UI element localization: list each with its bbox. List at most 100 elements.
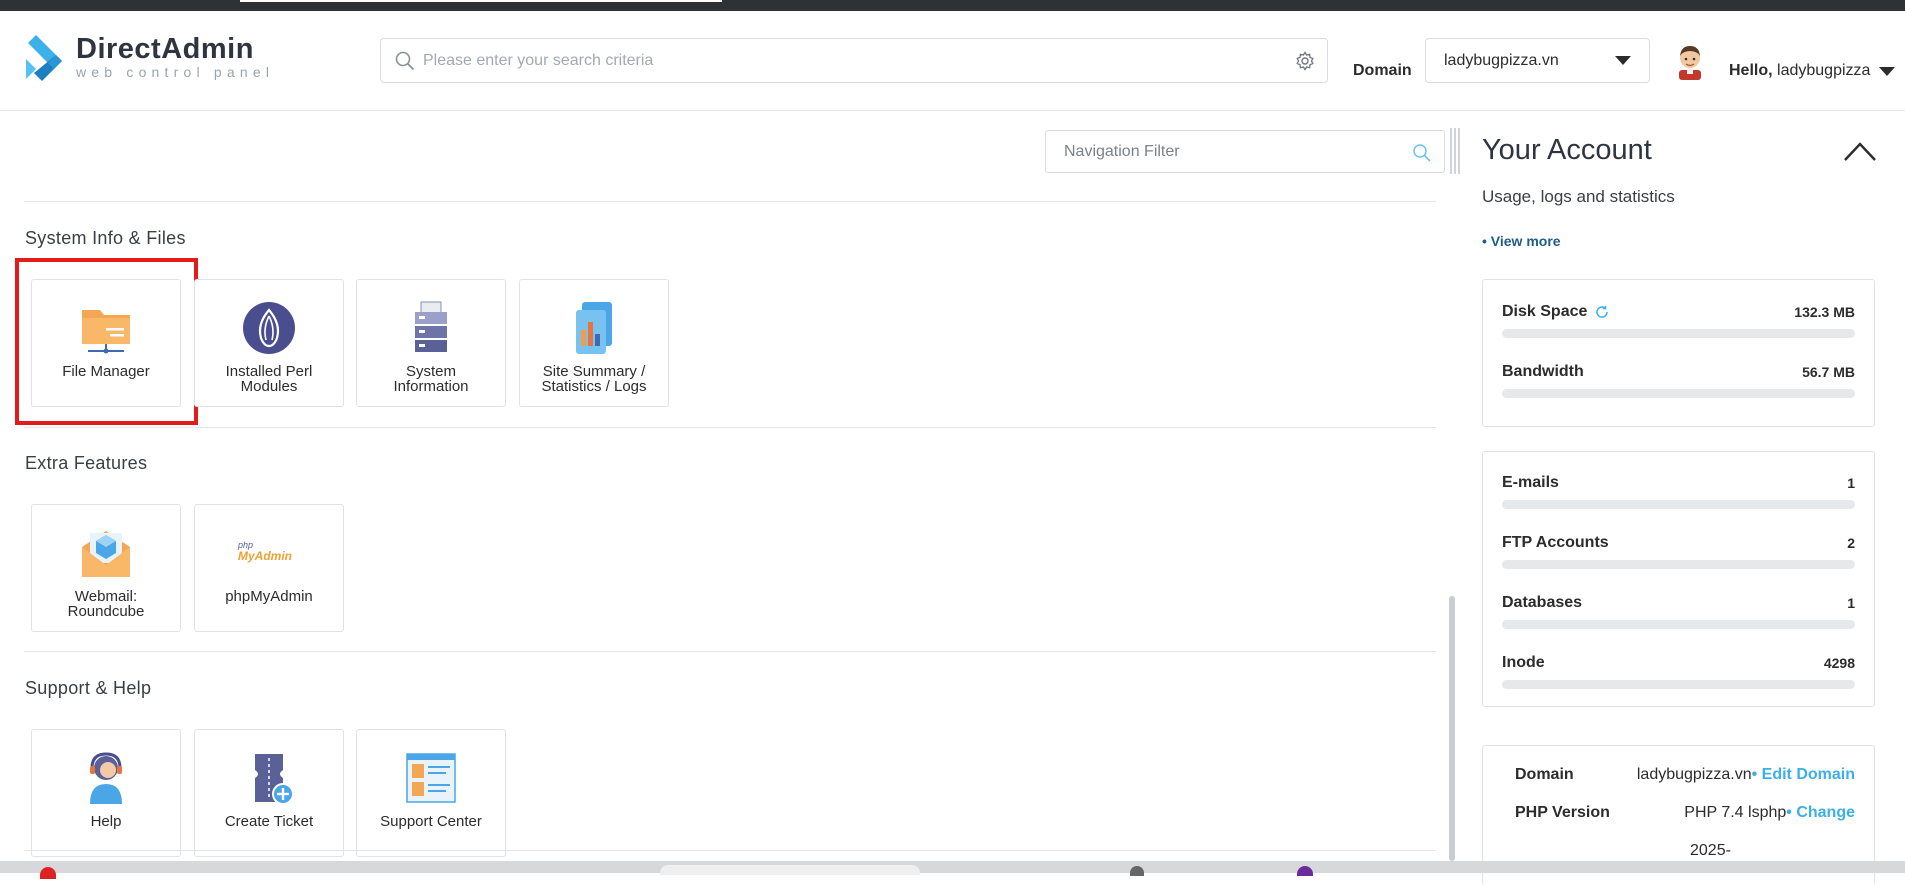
stat-value: 2	[1847, 535, 1855, 551]
refresh-icon[interactable]	[1595, 305, 1609, 319]
webmail-icon	[82, 531, 130, 577]
stat-label: Disk Space	[1502, 303, 1609, 321]
user-menu-chevron-icon[interactable]	[1879, 67, 1895, 76]
search-icon	[1413, 144, 1431, 162]
taskbar-strip	[0, 861, 1905, 879]
stat-value: 1	[1847, 475, 1855, 491]
section-title-system-info: System Info & Files	[25, 228, 186, 248]
tile-help[interactable]: Help	[31, 729, 181, 857]
support-center-icon	[406, 753, 456, 803]
chevron-up-icon[interactable]	[1843, 138, 1877, 164]
stat-label: Inode	[1502, 654, 1545, 671]
divider	[24, 427, 1436, 428]
tile-label: System Information	[393, 363, 469, 395]
tile-system-information[interactable]: System Information	[356, 279, 506, 407]
emails-stat: E-mails 1	[1502, 474, 1855, 514]
inode-stat: Inode 4298	[1502, 654, 1855, 694]
highlight-box	[15, 258, 198, 425]
domain-select[interactable]: ladybugpizza.vn	[1425, 38, 1650, 83]
browser-top-strip	[0, 0, 1905, 11]
disk-space-label: Disk Space	[1502, 303, 1588, 320]
progress-bar	[1502, 620, 1855, 629]
directadmin-logo-icon	[26, 35, 62, 81]
divider	[24, 651, 1436, 652]
panel-resize-handle[interactable]	[1450, 128, 1460, 174]
tile-phpmyadmin[interactable]: php MyAdmin phpMyAdmin	[194, 504, 344, 632]
phpmyadmin-logo: php MyAdmin	[234, 541, 304, 565]
stat-label: E-mails	[1502, 474, 1559, 491]
taskbar-icon[interactable]	[1130, 866, 1144, 876]
stat-value: 4298	[1823, 655, 1855, 671]
progress-bar	[1502, 680, 1855, 689]
browser-tab-indicator	[240, 0, 722, 2]
tile-label: Installed Perl Modules	[225, 363, 313, 395]
help-agent-icon	[90, 752, 122, 804]
main-scrollbar[interactable]	[1449, 596, 1455, 861]
logo-subtitle: web control panel	[76, 64, 275, 80]
server-icon	[415, 301, 447, 352]
divider	[24, 201, 1436, 202]
divider	[24, 850, 1436, 851]
change-php-link[interactable]: • Change	[1786, 804, 1855, 821]
stat-value: 56.7 MB	[1802, 364, 1855, 380]
global-search[interactable]	[380, 38, 1328, 83]
tile-installed-perl-modules[interactable]: Installed Perl Modules	[194, 279, 344, 407]
tile-label: phpMyAdmin	[225, 588, 313, 605]
section-title-support-help: Support & Help	[25, 678, 152, 698]
php-version-row: PHP Version PHP 7.4 lsphp• Change	[1515, 804, 1855, 826]
stat-label: Bandwidth	[1502, 363, 1584, 380]
domain-label: Domain	[1353, 62, 1412, 79]
search-icon	[395, 51, 415, 70]
domain-select-value: ladybugpizza.vn	[1444, 51, 1559, 69]
taskbar-icon[interactable]	[40, 867, 56, 879]
tile-label: Help	[90, 813, 122, 830]
search-input[interactable]	[423, 51, 1283, 70]
hello-prefix: Hello,	[1729, 62, 1773, 79]
gear-icon[interactable]	[1295, 51, 1315, 71]
counts-card: E-mails 1 FTP Accounts 2 Databases 1 Ino…	[1482, 451, 1875, 707]
avatar[interactable]	[1675, 44, 1705, 80]
tile-label: Site Summary / Statistics / Logs	[541, 363, 647, 395]
bandwidth-stat: Bandwidth 56.7 MB	[1502, 363, 1855, 403]
username: ladybugpizza	[1777, 62, 1871, 79]
tile-support-center[interactable]: Support Center	[356, 729, 506, 857]
info-label: PHP Version	[1515, 804, 1610, 821]
usage-card: Disk Space 132.3 MB Bandwidth 56.7 MB	[1482, 279, 1875, 427]
directadmin-logo[interactable]: DirectAdmin web control panel	[22, 33, 274, 89]
logo-name: DirectAdmin	[76, 33, 254, 65]
perl-onion-icon	[243, 302, 295, 354]
stat-value: 1	[1847, 595, 1855, 611]
domain-row: Domain ladybugpizza.vn• Edit Domain	[1515, 766, 1855, 788]
navigation-filter[interactable]	[1045, 130, 1445, 173]
databases-stat: Databases 1	[1502, 594, 1855, 634]
account-panel-subtitle: Usage, logs and statistics	[1482, 187, 1675, 206]
user-greeting[interactable]: Hello, ladybugpizza	[1729, 62, 1870, 80]
info-label: Domain	[1515, 766, 1574, 783]
stat-label: Databases	[1502, 594, 1583, 611]
tile-site-summary[interactable]: Site Summary / Statistics / Logs	[519, 279, 669, 407]
statistics-icon	[576, 302, 612, 354]
top-header: DirectAdmin web control panel Domain lad…	[0, 11, 1905, 111]
account-panel-title: Your Account	[1482, 134, 1652, 166]
progress-bar	[1502, 389, 1855, 398]
tile-label: Support Center	[380, 813, 482, 830]
disk-space-stat: Disk Space 132.3 MB	[1502, 303, 1855, 343]
tile-label: Webmail: Roundcube	[67, 588, 145, 620]
tile-create-ticket[interactable]: Create Ticket	[194, 729, 344, 857]
progress-bar	[1502, 560, 1855, 569]
edit-domain-link[interactable]: • Edit Domain	[1752, 766, 1855, 783]
view-more-link[interactable]: • View more	[1482, 233, 1561, 249]
progress-bar	[1502, 329, 1855, 338]
chevron-down-icon	[1615, 56, 1631, 65]
tile-webmail-roundcube[interactable]: Webmail: Roundcube	[31, 504, 181, 632]
progress-bar	[1502, 500, 1855, 509]
stat-value: 132.3 MB	[1794, 304, 1855, 320]
domain-value: ladybugpizza.vn	[1636, 766, 1752, 783]
navigation-filter-input[interactable]	[1064, 142, 1394, 161]
stat-label: FTP Accounts	[1502, 534, 1609, 551]
ticket-icon	[255, 754, 294, 805]
taskbar-icon[interactable]	[660, 865, 920, 875]
tile-label: Create Ticket	[224, 813, 314, 830]
taskbar-icon[interactable]	[1297, 866, 1313, 876]
phpmyadmin-logo-myadmin: MyAdmin	[238, 549, 292, 563]
